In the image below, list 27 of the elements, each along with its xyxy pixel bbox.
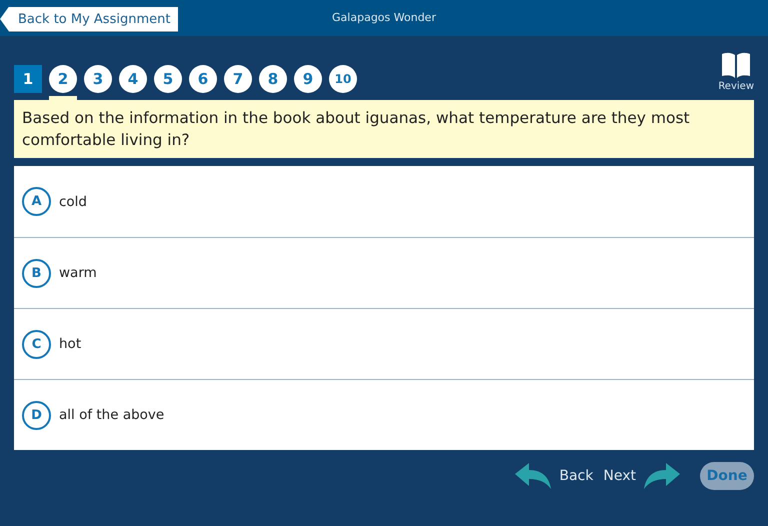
review-button[interactable]: Review — [718, 52, 754, 92]
question-number-button[interactable]: 1 — [14, 65, 42, 93]
next-arrow-icon — [642, 463, 680, 489]
question-text: Based on the information in the book about iguanas, what temperature are they most comfortable living in? — [14, 100, 754, 158]
question-number-button[interactable]: 3 — [84, 65, 112, 93]
back-link[interactable]: Back to My Assignment — [0, 6, 178, 32]
question-number-button[interactable]: 10 — [329, 65, 357, 93]
question-number-button[interactable]: 5 — [154, 65, 182, 93]
question-number-button[interactable]: 8 — [259, 65, 287, 93]
question-number-button[interactable]: 9 — [294, 65, 322, 93]
question-number-button[interactable]: 6 — [189, 65, 217, 93]
next-button[interactable]: Next — [603, 463, 680, 489]
back-arrow-icon — [515, 463, 554, 489]
letter-badge: B — [22, 258, 51, 288]
page-title: Galapagos Wonder — [332, 11, 436, 24]
answer-text: hot — [59, 336, 82, 352]
question-number-button[interactable]: 7 — [224, 65, 252, 93]
question-number-button[interactable]: 4 — [119, 65, 147, 93]
book-icon — [721, 52, 752, 78]
answer-text: all of the above — [59, 407, 164, 423]
answer-text: warm — [59, 265, 97, 281]
question-number-button[interactable]: 2 — [49, 65, 77, 93]
back-button[interactable]: Back — [515, 463, 594, 489]
letter-badge: A — [22, 187, 51, 216]
letter-badge: D — [22, 400, 51, 430]
answer-text: cold — [59, 194, 88, 210]
letter-badge: C — [22, 330, 51, 358]
